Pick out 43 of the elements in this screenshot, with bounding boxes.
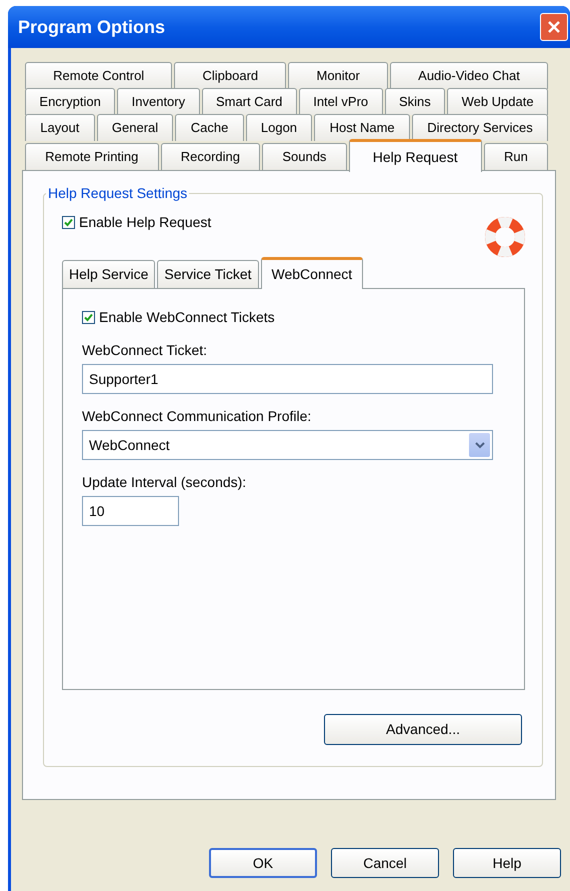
tab[interactable]: Run — [484, 143, 548, 170]
tab[interactable]: Audio-Video Chat — [390, 62, 548, 89]
tab[interactable]: Directory Services — [412, 114, 548, 141]
tab[interactable]: Encryption — [25, 88, 116, 115]
dialog-button[interactable]: OK — [209, 848, 317, 878]
tab[interactable]: Logon — [246, 114, 312, 141]
tab[interactable]: Monitor — [288, 62, 388, 89]
tab[interactable]: Clipboard — [174, 62, 286, 89]
tab[interactable]: Help Request — [348, 139, 482, 172]
tab[interactable]: General — [96, 114, 174, 141]
tab[interactable]: Host Name — [314, 114, 410, 141]
tab[interactable]: WebConnect — [260, 257, 364, 289]
ticket-field[interactable]: Supporter1 — [82, 364, 493, 394]
field-label: WebConnect Communication Profile: — [82, 407, 312, 426]
group-title: Help Request Settings — [47, 184, 188, 203]
lifebuoy-icon — [484, 216, 526, 258]
tab[interactable]: Cache — [175, 114, 244, 141]
dialog-button[interactable]: Help — [453, 848, 561, 878]
tab[interactable]: Intel vPro — [298, 88, 383, 115]
profile-dropdown[interactable]: WebConnect — [82, 430, 493, 460]
checkbox-label: Enable WebConnect Tickets — [99, 308, 275, 327]
tab[interactable]: Service Ticket — [157, 260, 259, 288]
tab[interactable]: Inventory — [117, 88, 200, 115]
dialog-button[interactable]: Cancel — [331, 848, 439, 878]
tab[interactable]: Remote Control — [25, 62, 172, 89]
checkbox[interactable] — [62, 216, 75, 229]
field-label: WebConnect Ticket: — [82, 341, 208, 360]
window-title: Program Options — [18, 16, 166, 39]
checkbox-label: Enable Help Request — [79, 213, 212, 232]
tab[interactable]: Recording — [160, 143, 260, 170]
tab[interactable]: Layout — [25, 114, 95, 141]
tab[interactable]: Skins — [384, 88, 446, 115]
field-label: Update Interval (seconds): — [82, 473, 248, 492]
tab[interactable]: Sounds — [262, 143, 347, 170]
close-button[interactable] — [540, 13, 568, 41]
tab[interactable]: Remote Printing — [25, 143, 159, 170]
advanced-button[interactable]: Advanced... — [324, 714, 522, 745]
close-icon — [547, 20, 561, 34]
checkbox[interactable] — [82, 311, 95, 324]
tab[interactable]: Help Service — [62, 260, 156, 288]
tab[interactable]: Smart Card — [202, 88, 297, 115]
interval-field[interactable]: 10 — [82, 496, 179, 526]
tab[interactable]: Web Update — [447, 88, 548, 115]
